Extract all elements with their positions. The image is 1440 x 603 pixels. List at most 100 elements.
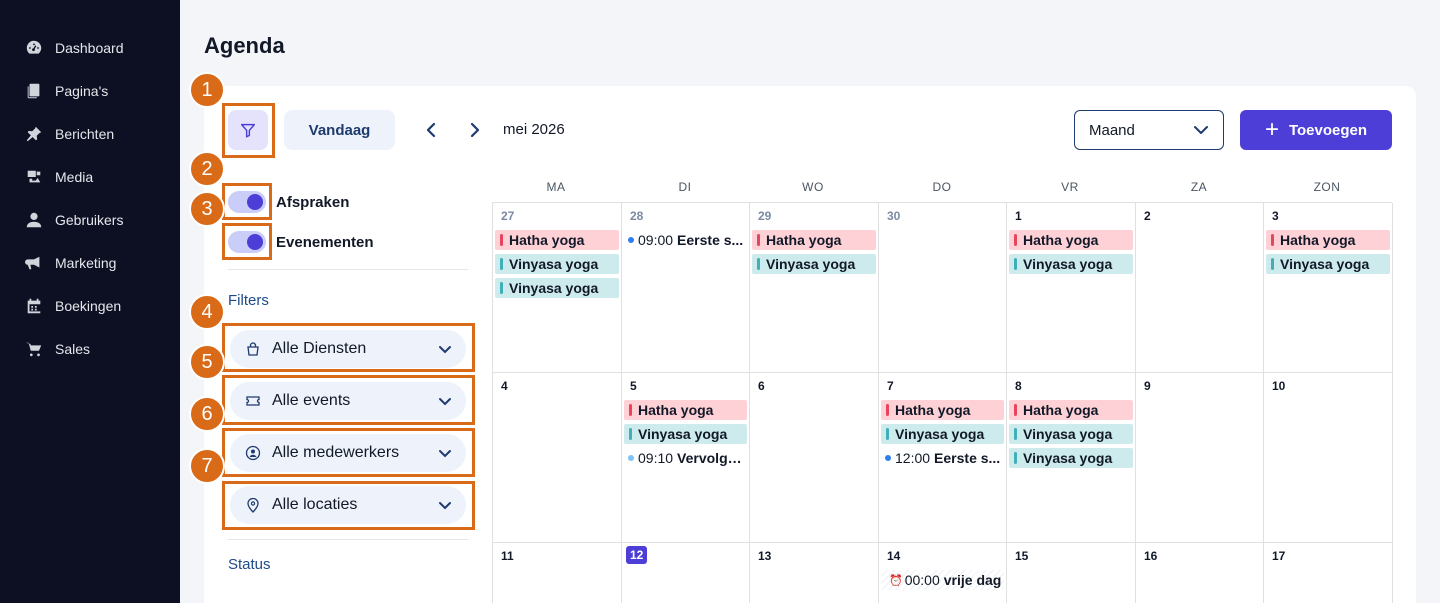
event-vinyasa[interactable]: Vinyasa yoga: [1009, 448, 1133, 468]
calendar-day-cell[interactable]: 4: [493, 373, 622, 543]
sidebar-item-media[interactable]: Media: [0, 155, 180, 198]
event-timed[interactable]: 12:00 Eerste s...: [881, 448, 1004, 468]
event-vinyasa[interactable]: Vinyasa yoga: [1266, 254, 1390, 274]
cart-icon: [24, 339, 44, 359]
annotation-badge: 5: [189, 344, 225, 380]
dropdown-label: Alle locaties: [272, 496, 358, 513]
calendar-day-cell[interactable]: 13: [750, 543, 879, 603]
toggle-row-appointments: Afspraken: [228, 191, 349, 213]
prev-month-button[interactable]: [419, 118, 443, 142]
calendar-day-cell[interactable]: 28 09:00 Eerste s...: [622, 203, 750, 373]
divider: [228, 269, 468, 270]
calendar-day-cell[interactable]: 3 Hatha yoga Vinyasa yoga: [1264, 203, 1393, 373]
calendar-day-cell[interactable]: 30: [879, 203, 1007, 373]
sidebar-item-bookings[interactable]: Boekingen: [0, 284, 180, 327]
calendar-day-cell[interactable]: 1 Hatha yoga Vinyasa yoga: [1007, 203, 1136, 373]
services-dropdown[interactable]: Alle Diensten: [230, 330, 466, 368]
chevron-down-icon: [439, 449, 451, 457]
event-day-off[interactable]: ⏰ 00:00 vrije dag: [881, 570, 1004, 590]
sidebar-item-users[interactable]: Gebruikers: [0, 198, 180, 241]
event-time: 09:10: [638, 450, 674, 466]
events-toggle[interactable]: [228, 231, 266, 253]
calendar-day-cell[interactable]: 11: [493, 543, 622, 603]
toggle-label: Afspraken: [276, 193, 350, 211]
calendar-day-cell[interactable]: 9: [1136, 373, 1264, 543]
event-hatha[interactable]: Hatha yoga: [495, 230, 619, 250]
sidebar-item-marketing[interactable]: Marketing: [0, 241, 180, 284]
calendar-day-cell[interactable]: 14 ⏰ 00:00 vrije dag: [879, 543, 1007, 603]
calendar-day-cell[interactable]: 27 Hatha yoga Vinyasa yoga Vinyasa yoga: [493, 203, 622, 373]
calendar-day-cell[interactable]: 29 Hatha yoga Vinyasa yoga: [750, 203, 879, 373]
calendar-day-cell[interactable]: 10: [1264, 373, 1393, 543]
weekday-header: WO: [802, 180, 824, 194]
sidebar-item-label: Media: [55, 168, 94, 185]
event-hatha[interactable]: Hatha yoga: [1009, 230, 1133, 250]
appointments-toggle[interactable]: [228, 191, 266, 213]
today-button[interactable]: Vandaag: [284, 110, 395, 150]
calendar-day-cell[interactable]: 17: [1264, 543, 1393, 603]
sidebar-item-dashboard[interactable]: Dashboard: [0, 26, 180, 69]
status-heading: Status: [228, 556, 271, 573]
weekday-header: ZA: [1190, 180, 1208, 194]
event-title: Eerste s...: [934, 450, 1001, 466]
event-hatha[interactable]: Hatha yoga: [752, 230, 876, 250]
calendar-day-cell[interactable]: 8 Hatha yoga Vinyasa yoga Vinyasa yoga: [1007, 373, 1136, 543]
event-timed[interactable]: 09:10 Vervolgs...: [624, 448, 747, 468]
chevron-down-icon: [439, 501, 451, 509]
today-date: 12: [626, 546, 648, 564]
calendar-day-cell[interactable]: 5 Hatha yoga Vinyasa yoga 09:10 Vervolgs...: [622, 373, 750, 543]
add-button[interactable]: + Toevoegen: [1240, 110, 1392, 150]
locations-dropdown[interactable]: Alle locaties: [230, 486, 466, 524]
day-number: 7: [887, 379, 894, 393]
calendar-day-cell[interactable]: 12: [622, 543, 750, 603]
day-number: 2: [1144, 209, 1151, 223]
sidebar-item-label: Sales: [55, 340, 91, 357]
toggle-row-events: Evenementen: [228, 231, 374, 253]
event-hatha[interactable]: Hatha yoga: [624, 400, 747, 420]
alarm-clock-icon: ⏰: [889, 574, 903, 587]
sidebar-item-posts[interactable]: Berichten: [0, 112, 180, 155]
day-number: 16: [1144, 549, 1158, 563]
weekday-header: DO: [932, 180, 952, 194]
day-number: 5: [630, 379, 637, 393]
event-vinyasa[interactable]: Vinyasa yoga: [752, 254, 876, 274]
event-vinyasa[interactable]: Vinyasa yoga: [1009, 254, 1133, 274]
event-vinyasa[interactable]: Vinyasa yoga: [624, 424, 747, 444]
view-select[interactable]: Maand: [1074, 110, 1224, 150]
event-vinyasa[interactable]: Vinyasa yoga: [495, 278, 619, 298]
plus-icon: +: [1264, 116, 1279, 143]
event-timed[interactable]: 09:00 Eerste s...: [624, 230, 747, 250]
event-hatha[interactable]: Hatha yoga: [881, 400, 1004, 420]
event-vinyasa[interactable]: Vinyasa yoga: [495, 254, 619, 274]
event-vinyasa[interactable]: Vinyasa yoga: [881, 424, 1004, 444]
calendar-day-cell[interactable]: 6: [750, 373, 879, 543]
event-vinyasa[interactable]: Vinyasa yoga: [1009, 424, 1133, 444]
next-month-button[interactable]: [463, 118, 487, 142]
event-title: Eerste s...: [677, 232, 744, 248]
sidebar-item-pages[interactable]: Pagina's: [0, 69, 180, 112]
toggle-label: Evenementen: [276, 233, 374, 251]
sidebar-item-sales[interactable]: Sales: [0, 327, 180, 370]
event-hatha[interactable]: Hatha yoga: [1266, 230, 1390, 250]
day-number: 4: [501, 379, 508, 393]
filter-toggle-button[interactable]: [228, 110, 268, 150]
calendar-day-cell[interactable]: 16: [1136, 543, 1264, 603]
sidebar-item-label: Boekingen: [55, 297, 122, 314]
annotation-badge: 7: [189, 448, 225, 484]
page-title: Agenda: [204, 33, 285, 58]
annotation-badge: 6: [189, 396, 225, 432]
calendar-day-cell[interactable]: 7 Hatha yoga Vinyasa yoga 12:00 Eerste s...: [879, 373, 1007, 543]
calendar-day-cell[interactable]: 2: [1136, 203, 1264, 373]
event-hatha[interactable]: Hatha yoga: [1009, 400, 1133, 420]
staff-dropdown[interactable]: Alle medewerkers: [230, 434, 466, 472]
megaphone-icon: [24, 253, 44, 273]
toggle-knob: [247, 234, 263, 250]
sidebar-item-label: Gebruikers: [55, 211, 124, 228]
calendar-icon: [24, 296, 44, 316]
chevron-left-icon: [426, 122, 436, 138]
weekday-header: MA: [546, 180, 566, 194]
calendar-day-cell[interactable]: 15: [1007, 543, 1136, 603]
events-dropdown[interactable]: Alle events: [230, 382, 466, 420]
event-title: vrije dag: [943, 572, 1002, 588]
day-number: 10: [1272, 379, 1286, 393]
